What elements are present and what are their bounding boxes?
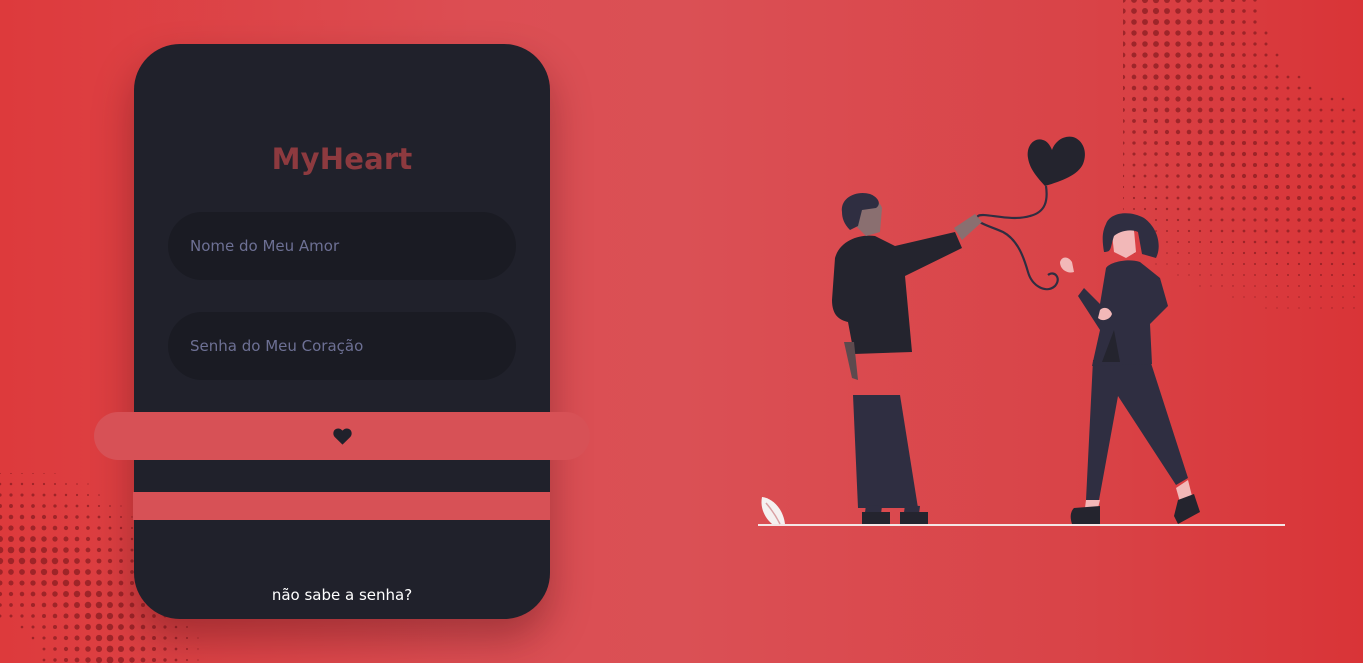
accent-bar xyxy=(133,492,550,520)
brand-title: MyHeart xyxy=(271,142,413,176)
forgot-password-link[interactable]: não sabe a senha? xyxy=(134,586,550,604)
heart-icon xyxy=(332,427,352,445)
love-name-input[interactable] xyxy=(168,212,516,280)
balloon-heart xyxy=(1027,136,1085,186)
balloon-string xyxy=(975,185,1059,291)
woman-figure xyxy=(1060,213,1200,524)
couple-heart-balloon-illustration xyxy=(758,136,1285,526)
plant-icon xyxy=(761,497,785,525)
login-card: MyHeart xyxy=(134,44,550,619)
heart-submit-button[interactable] xyxy=(94,412,590,460)
heart-password-input[interactable] xyxy=(168,312,516,380)
man-figure xyxy=(832,192,982,524)
